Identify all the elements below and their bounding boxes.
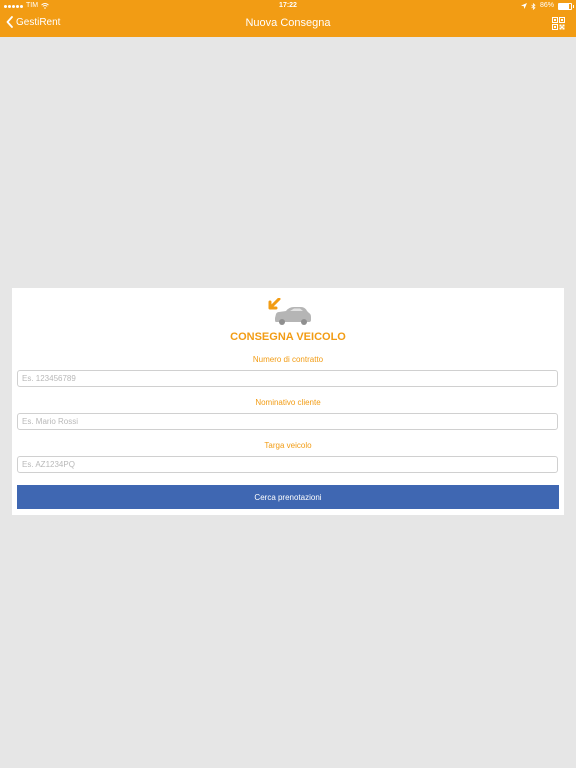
- status-right: 86%: [520, 0, 574, 12]
- customer-name-label: Nominativo cliente: [255, 398, 321, 407]
- delivery-form-card: CONSEGNA VEICOLO Numero di contratto Nom…: [12, 288, 564, 515]
- navigation-bar: GestiRent Nuova Consegna: [0, 12, 576, 37]
- status-time: 17:22: [279, 2, 297, 9]
- bluetooth-icon: [531, 2, 536, 10]
- form-title: CONSEGNA VEICOLO: [230, 331, 346, 343]
- search-bookings-button[interactable]: Cerca prenotazioni: [17, 485, 559, 509]
- status-bar: TIM 17:22 86%: [0, 0, 576, 12]
- app-header: TIM 17:22 86% GestiRent Nuova Consegna: [0, 0, 576, 37]
- battery-icon: [558, 2, 574, 10]
- contract-number-label: Numero di contratto: [252, 355, 324, 364]
- vehicle-plate-input[interactable]: [17, 456, 558, 473]
- battery-fill: [559, 3, 570, 9]
- customer-name-input[interactable]: [17, 413, 558, 430]
- qr-code-icon[interactable]: [552, 17, 565, 30]
- page-title: Nuova Consegna: [245, 17, 331, 29]
- battery-percentage: 86%: [539, 2, 554, 9]
- contract-number-input[interactable]: [17, 370, 558, 387]
- car-delivery-icon: [268, 298, 311, 325]
- location-arrow-icon: [520, 3, 527, 9]
- vehicle-plate-label: Targa veicolo: [264, 441, 312, 450]
